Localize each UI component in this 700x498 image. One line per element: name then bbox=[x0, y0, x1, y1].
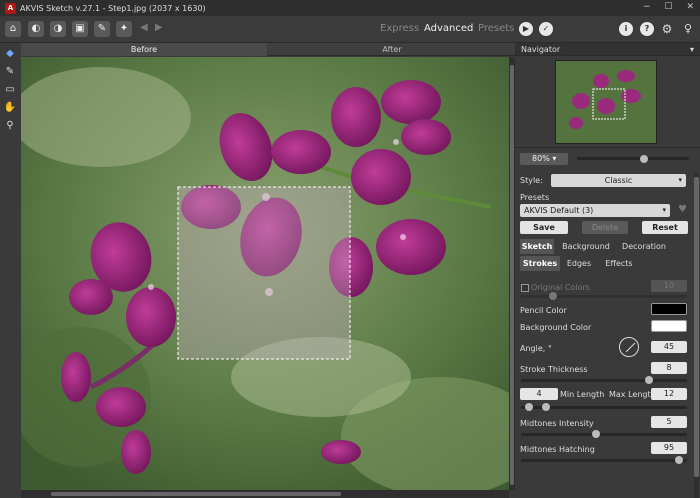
stroke-thickness-slider[interactable] bbox=[521, 379, 687, 382]
original-colors-label: Original Colors bbox=[531, 283, 590, 292]
zoom-slider-thumb[interactable] bbox=[640, 155, 649, 163]
min-length-slider-thumb[interactable] bbox=[525, 403, 533, 411]
tab-sketch[interactable]: Sketch bbox=[520, 239, 554, 254]
zoom-dropdown[interactable]: 80% ▾ bbox=[520, 153, 568, 165]
close-button[interactable]: ✕ bbox=[686, 2, 694, 12]
pencil-color-label: Pencil Color bbox=[520, 306, 567, 315]
settings-gear-icon[interactable]: ⚙ bbox=[660, 22, 674, 36]
tab-edges[interactable]: Edges bbox=[563, 256, 595, 271]
sub-settings-tabs: Strokes Edges Effects bbox=[515, 256, 693, 271]
midtones-hatching-slider-thumb[interactable] bbox=[675, 456, 683, 464]
image-canvas[interactable] bbox=[21, 57, 509, 490]
eraser-tool-icon[interactable]: ▭ bbox=[3, 83, 17, 97]
navigator-title: Navigator bbox=[521, 45, 561, 54]
print-icon[interactable]: ✎ bbox=[94, 21, 110, 37]
pencil-tool-icon[interactable]: ✎ bbox=[3, 65, 17, 79]
info-icon[interactable]: i bbox=[619, 22, 633, 36]
open-file-icon[interactable]: ◐ bbox=[28, 21, 44, 37]
stroke-thickness-label: Stroke Thickness bbox=[520, 365, 588, 374]
navigator-header: Navigator ▾ bbox=[515, 43, 700, 56]
midtones-intensity-value[interactable]: 5 bbox=[651, 416, 687, 428]
redo-arrow-icon[interactable]: ▶ bbox=[155, 22, 163, 33]
view-tabs: Before After bbox=[21, 43, 515, 56]
original-colors-checkbox[interactable] bbox=[521, 284, 529, 292]
background-color-swatch[interactable] bbox=[651, 320, 687, 332]
midtones-hatching-label: Midtones Hatching bbox=[520, 445, 595, 454]
title-bar: A AKVIS Sketch v.27.1 - Step1.jpg (2037 … bbox=[0, 0, 700, 16]
share-icon[interactable]: ✦ bbox=[116, 21, 132, 37]
midtones-hatching-slider[interactable] bbox=[521, 459, 687, 462]
max-length-label: Max Length bbox=[609, 390, 656, 399]
style-dropdown[interactable]: Classic ▾ bbox=[551, 174, 686, 187]
notifications-bulb-icon[interactable]: ♀ bbox=[681, 22, 695, 36]
min-length-value[interactable]: 4 bbox=[520, 388, 558, 400]
window-title: AKVIS Sketch v.27.1 - Step1.jpg (2037 x … bbox=[20, 3, 206, 13]
tab-presets[interactable]: Presets bbox=[478, 23, 514, 34]
midtones-hatching-value[interactable]: 95 bbox=[651, 442, 687, 454]
angle-dial[interactable] bbox=[619, 337, 639, 357]
max-length-value[interactable]: 12 bbox=[651, 388, 687, 400]
batch-processing-icon[interactable]: ▣ bbox=[72, 21, 88, 37]
style-label: Style: bbox=[520, 176, 543, 185]
original-colors-value[interactable]: 10 bbox=[651, 280, 687, 292]
zoom-tool-icon[interactable]: ⚲ bbox=[3, 119, 17, 133]
open-image-icon[interactable]: ⌂ bbox=[5, 21, 21, 37]
reset-preset-button[interactable]: Reset bbox=[642, 221, 688, 234]
stroke-thickness-value[interactable]: 8 bbox=[651, 362, 687, 374]
original-colors-slider-thumb[interactable] bbox=[549, 292, 557, 300]
angle-label: Angle, ° bbox=[520, 344, 552, 353]
navigator-thumbnail[interactable] bbox=[555, 60, 657, 144]
panel-scrollbar[interactable] bbox=[694, 173, 699, 498]
hand-tool-icon[interactable]: ✋ bbox=[3, 101, 17, 115]
original-colors-slider[interactable] bbox=[521, 295, 687, 298]
midtones-intensity-slider[interactable] bbox=[521, 433, 687, 436]
angle-value[interactable]: 45 bbox=[651, 341, 687, 353]
delete-preset-button[interactable]: Delete bbox=[582, 221, 628, 234]
undo-arrow-icon[interactable]: ◀ bbox=[140, 22, 148, 33]
save-preset-button[interactable]: Save bbox=[520, 221, 568, 234]
help-icon[interactable]: ? bbox=[640, 22, 654, 36]
min-length-label: Min Length bbox=[560, 390, 605, 399]
midtones-intensity-slider-thumb[interactable] bbox=[592, 430, 600, 438]
tab-decoration[interactable]: Decoration bbox=[618, 239, 670, 254]
presets-dropdown[interactable]: AKVIS Default (3) ▾ bbox=[520, 204, 670, 217]
tab-advanced[interactable]: Advanced bbox=[424, 23, 473, 34]
tab-strokes[interactable]: Strokes bbox=[520, 256, 560, 271]
horizontal-scrollbar[interactable] bbox=[21, 490, 509, 498]
apply-check-icon[interactable]: ✓ bbox=[539, 22, 553, 36]
collapse-chevron-icon[interactable]: ▾ bbox=[690, 45, 694, 54]
run-icon[interactable]: ▶ bbox=[519, 22, 533, 36]
save-file-icon[interactable]: ◑ bbox=[50, 21, 66, 37]
orchid-photo bbox=[21, 57, 509, 490]
tab-effects[interactable]: Effects bbox=[600, 256, 638, 271]
main-toolbar: ⌂ ◐ ◑ ▣ ✎ ✦ ◀ ▶ Express Advanced Presets… bbox=[0, 16, 700, 43]
favorite-heart-icon[interactable]: ♥ bbox=[678, 204, 687, 215]
midtones-intensity-label: Midtones Intensity bbox=[520, 419, 594, 428]
settings-panel: Navigator ▾ 80% ▾ Style: Classic ▾ Preset… bbox=[515, 43, 700, 498]
zoom-slider[interactable] bbox=[577, 157, 689, 160]
tab-after[interactable]: After bbox=[269, 43, 515, 56]
minimize-button[interactable]: − bbox=[643, 2, 651, 12]
stroke-thickness-slider-thumb[interactable] bbox=[645, 376, 653, 384]
tools-sidebar: ◆ ✎ ▭ ✋ ⚲ bbox=[0, 43, 20, 498]
tab-before[interactable]: Before bbox=[21, 43, 267, 56]
pencil-color-swatch[interactable] bbox=[651, 303, 687, 315]
akvis-app-icon: A bbox=[5, 2, 16, 14]
maximize-button[interactable]: ☐ bbox=[664, 2, 672, 12]
tab-background[interactable]: Background bbox=[559, 239, 613, 254]
background-color-label: Background Color bbox=[520, 323, 592, 332]
max-length-slider-thumb[interactable] bbox=[542, 403, 550, 411]
fragment-tool-icon[interactable]: ◆ bbox=[3, 47, 17, 61]
main-settings-tabs: Sketch Background Decoration bbox=[515, 239, 693, 254]
tab-express[interactable]: Express bbox=[380, 23, 419, 34]
presets-label: Presets bbox=[520, 193, 550, 202]
